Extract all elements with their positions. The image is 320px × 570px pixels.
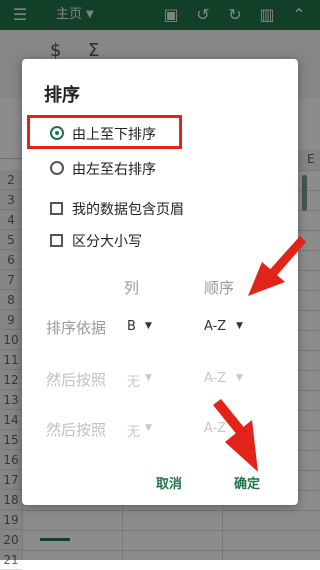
sort-by-column-select[interactable]: B: [127, 319, 136, 334]
sort-by-label: 排序依据: [46, 319, 107, 337]
option-left-to-right[interactable]: 由左至右排序: [72, 159, 156, 179]
sort-by-order-select[interactable]: A-Z: [204, 319, 226, 334]
then-by-order-select-2[interactable]: A-Z: [204, 421, 226, 436]
then-by-column-select-2[interactable]: 无: [127, 421, 140, 440]
checkbox-has-header[interactable]: [50, 202, 63, 215]
option-top-to-bottom[interactable]: 由上至下排序: [72, 124, 156, 144]
chevron-down-icon[interactable]: ▼: [145, 321, 152, 331]
radio-top-to-bottom[interactable]: [50, 126, 64, 140]
cancel-button[interactable]: 取消: [156, 473, 182, 492]
chevron-down-icon[interactable]: ▼: [236, 373, 243, 383]
chevron-down-icon[interactable]: ▼: [145, 423, 152, 433]
dialog-title: 排序: [44, 85, 80, 106]
order-header-label: 顺序: [204, 279, 235, 297]
ok-button[interactable]: 确定: [234, 473, 260, 492]
chevron-down-icon[interactable]: ▼: [236, 423, 243, 433]
checkbox-case-sensitive[interactable]: [50, 234, 63, 247]
sort-dialog: 排序 由上至下排序 由左至右排序 我的数据包含页眉 区分大小写 列 顺序 排序依…: [22, 59, 298, 505]
then-by-column-select-1[interactable]: 无: [127, 371, 140, 390]
chevron-down-icon[interactable]: ▼: [145, 373, 152, 383]
label-case-sensitive[interactable]: 区分大小写: [72, 231, 142, 251]
then-by-order-select-1[interactable]: A-Z: [204, 371, 226, 386]
chevron-down-icon[interactable]: ▼: [236, 321, 243, 331]
label-has-header[interactable]: 我的数据包含页眉: [72, 199, 184, 219]
then-by-label-1: 然后按照: [46, 371, 107, 389]
radio-left-to-right[interactable]: [50, 161, 64, 175]
then-by-label-2: 然后按照: [46, 421, 107, 439]
column-header-label: 列: [124, 279, 140, 297]
